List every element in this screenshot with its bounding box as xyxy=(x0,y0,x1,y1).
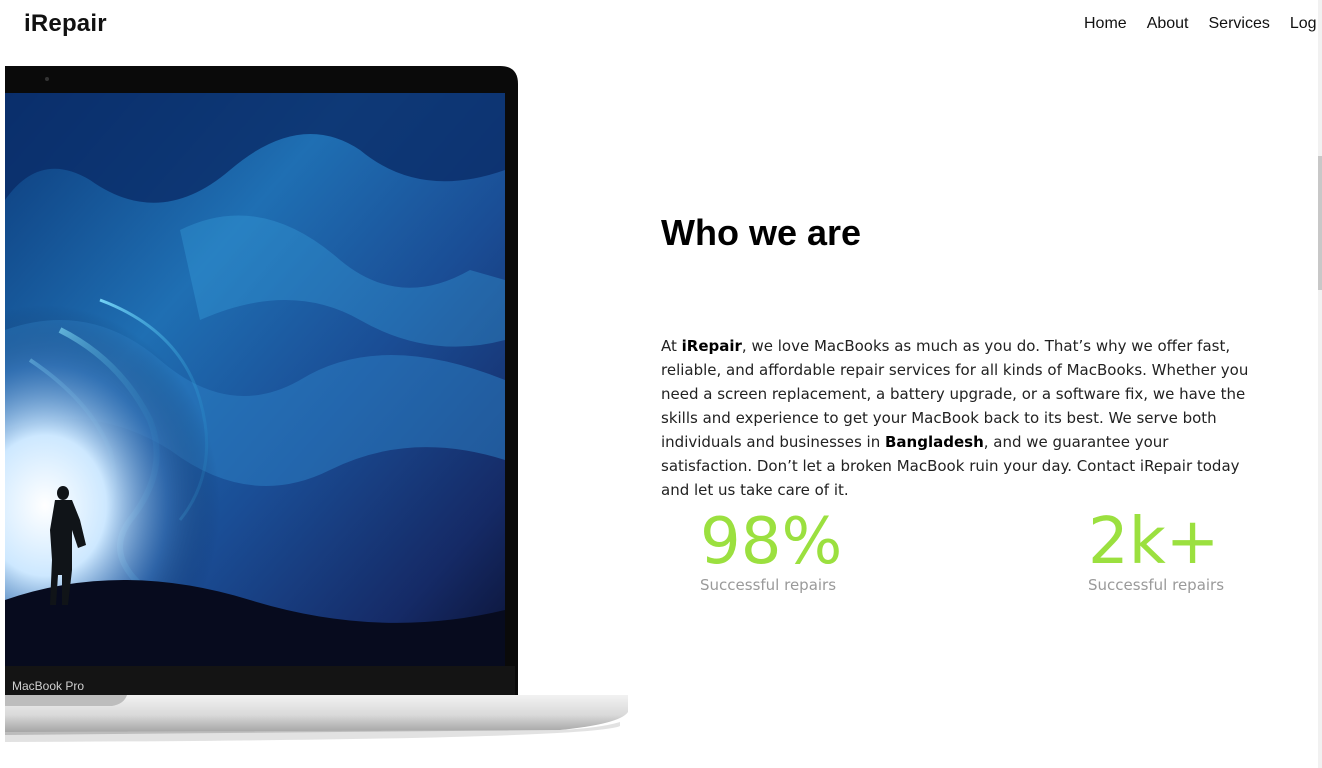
macbook-image: MacBook Pro xyxy=(0,0,640,768)
para-text-1: At xyxy=(661,337,682,355)
stat-repairs-count: 2k+ Successful repairs xyxy=(1088,502,1224,594)
scrollbar-thumb[interactable] xyxy=(1318,156,1322,290)
para-brand: iRepair xyxy=(681,337,742,355)
stat-value: 2k+ xyxy=(1088,505,1220,579)
stat-repairs-percent: 98% Successful repairs xyxy=(700,502,842,594)
nav-home[interactable]: Home xyxy=(1084,15,1127,33)
stat-label: Successful repairs xyxy=(1088,576,1225,594)
nav-login[interactable]: Log xyxy=(1290,15,1317,33)
main-nav: Home About Services Log xyxy=(1084,15,1317,33)
para-country: Bangladesh xyxy=(885,433,984,451)
stat-value: 98% xyxy=(700,505,843,579)
section-heading: Who we are xyxy=(661,212,862,253)
scrollbar-track[interactable] xyxy=(1318,0,1322,768)
page: iRepair Home About Services Log MacBook … xyxy=(0,0,1322,768)
nav-about[interactable]: About xyxy=(1147,15,1189,33)
stat-label: Successful repairs xyxy=(700,576,837,594)
device-label: MacBook Pro xyxy=(12,679,84,693)
nav-services[interactable]: Services xyxy=(1209,15,1270,33)
about-paragraph: At iRepair, we love MacBooks as much as … xyxy=(661,334,1257,502)
